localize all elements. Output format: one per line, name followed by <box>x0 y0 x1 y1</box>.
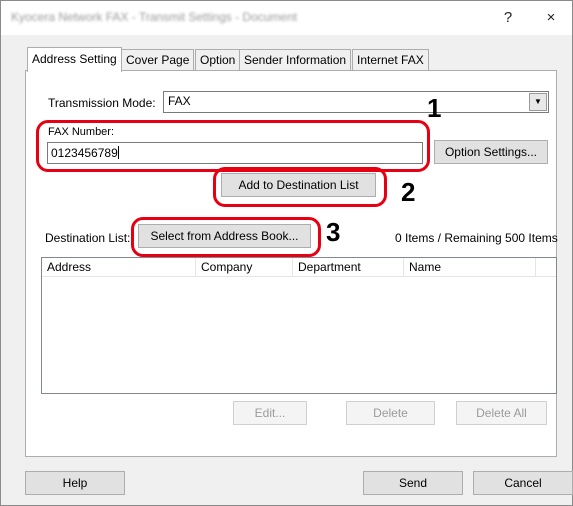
column-header-company[interactable]: Company <box>196 258 293 276</box>
title-bar: Kyocera Network FAX - Transmit Settings … <box>1 1 572 35</box>
list-header: Address Company Department Name <box>42 258 556 277</box>
delete-button[interactable]: Delete <box>346 401 435 425</box>
tab-internet-fax[interactable]: Internet FAX <box>352 49 429 70</box>
tab-cover-page[interactable]: Cover Page <box>121 49 195 70</box>
help-button[interactable]: Help <box>25 471 125 495</box>
column-header-address[interactable]: Address <box>42 258 196 276</box>
column-header-department[interactable]: Department <box>293 258 404 276</box>
transmission-mode-select[interactable]: FAX ▼ <box>163 91 549 113</box>
fax-number-highlight <box>36 120 430 172</box>
tab-sender-information[interactable]: Sender Information <box>239 49 352 70</box>
close-icon[interactable]: × <box>539 7 563 29</box>
callout-1: 1 <box>427 93 442 123</box>
chevron-down-icon[interactable]: ▼ <box>529 93 547 111</box>
delete-all-button[interactable]: Delete All <box>456 401 547 425</box>
destination-list[interactable]: Address Company Department Name <box>41 257 557 394</box>
transmission-mode-label: Transmission Mode: <box>48 96 156 110</box>
tab-option[interactable]: Option <box>195 49 241 70</box>
column-header-name[interactable]: Name <box>404 258 536 276</box>
cancel-button[interactable]: Cancel <box>473 471 573 495</box>
destination-count: 0 Items / Remaining 500 Items <box>395 231 558 245</box>
edit-button[interactable]: Edit... <box>233 401 307 425</box>
address-book-highlight <box>131 217 321 257</box>
help-icon[interactable]: ? <box>496 7 520 29</box>
send-button[interactable]: Send <box>363 471 463 495</box>
callout-2: 2 <box>401 177 416 207</box>
tab-address-setting[interactable]: Address Setting <box>27 47 122 72</box>
option-settings-button[interactable]: Option Settings... <box>434 140 548 164</box>
window-title: Kyocera Network FAX - Transmit Settings … <box>11 10 298 24</box>
add-destination-highlight <box>213 167 387 207</box>
transmission-mode-value: FAX <box>168 94 191 108</box>
callout-3: 3 <box>326 217 341 247</box>
destination-list-label: Destination List: <box>45 231 131 245</box>
transmit-settings-dialog: Kyocera Network FAX - Transmit Settings … <box>0 0 573 506</box>
